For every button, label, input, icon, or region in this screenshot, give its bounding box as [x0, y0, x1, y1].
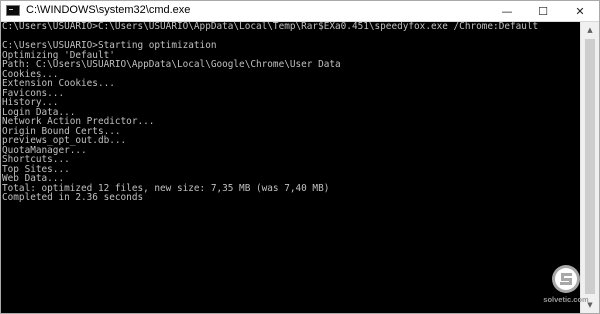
console-line: History...	[2, 97, 59, 108]
console-line: C:\Users\USUARIO>C:\Users\USUARIO\AppDat…	[2, 22, 539, 32]
console-line: Favicons...	[2, 87, 65, 99]
solvetic-logo-icon	[552, 265, 580, 293]
console-line: QuotaManager...	[2, 144, 87, 156]
watermark: solvetic.com	[541, 264, 591, 310]
console-output[interactable]: C:\Users\USUARIO>C:\Users\USUARIO\AppDat…	[1, 22, 579, 313]
cmd-app-icon[interactable]	[6, 5, 20, 16]
scroll-thumb[interactable]	[585, 39, 595, 294]
maximize-button[interactable]: ☐	[525, 1, 561, 21]
console-line: Completed in 2.36 seconds	[2, 192, 144, 203]
window-title: C:\WINDOWS\system32\cmd.exe	[26, 4, 191, 16]
console-line: Path: C:\Users\USUARIO\AppData\Local\Goo…	[2, 59, 341, 70]
console-line: Top Sites...	[2, 163, 70, 175]
console-line: Shortcuts...	[2, 154, 70, 165]
console-line: Extension Cookies...	[2, 78, 115, 89]
minimize-button[interactable]: —	[489, 1, 525, 21]
window-controls: — ☐ ✕	[489, 1, 599, 21]
watermark-text: solvetic.com	[543, 295, 589, 304]
scroll-up-arrow-icon[interactable]: ▲	[581, 22, 599, 38]
title-bar[interactable]: C:\WINDOWS\system32\cmd.exe — ☐ ✕	[1, 1, 599, 22]
cmd-window: C:\WINDOWS\system32\cmd.exe — ☐ ✕ C:\Use…	[0, 0, 600, 314]
close-button[interactable]: ✕	[561, 1, 599, 21]
console-line: previews_opt_out.db...	[2, 135, 127, 146]
